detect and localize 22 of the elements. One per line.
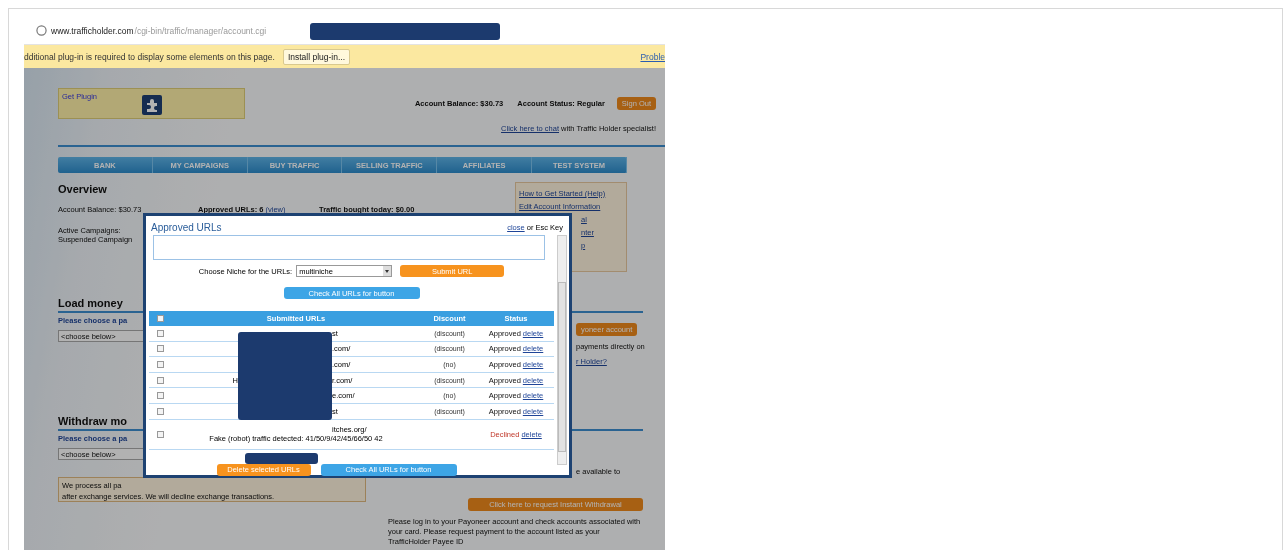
dialog-title: Approved URLs	[151, 222, 222, 233]
overview-title: Overview	[58, 183, 107, 195]
select-all-checkbox[interactable]	[156, 315, 164, 322]
load-money-title: Load money	[58, 297, 123, 309]
scrollbar[interactable]	[557, 235, 567, 465]
row-checkbox[interactable]	[156, 329, 164, 337]
install-plugin-button[interactable]: Install plug-in...	[282, 48, 351, 65]
url-host: www.trafficholder.com	[51, 25, 134, 36]
url-path: /cgi-bin/traffic/manager/account.cgi	[134, 25, 267, 36]
row-checkbox[interactable]	[156, 361, 164, 368]
row-checkbox[interactable]	[156, 407, 164, 415]
plugin-message: dditional plug-in is required to display some elements on this page.	[24, 51, 275, 62]
row-checkbox[interactable]	[156, 345, 164, 353]
problem-link[interactable]: Proble	[640, 51, 665, 62]
row-checkbox[interactable]	[156, 376, 164, 384]
caret-icon	[383, 266, 392, 276]
globe-icon	[36, 25, 47, 36]
withdraw-title: Withdraw mo	[58, 415, 127, 427]
row-checkbox[interactable]	[156, 430, 164, 438]
urls-textarea[interactable]	[153, 235, 545, 260]
row-checkbox[interactable]	[156, 392, 164, 400]
puzzle-icon	[142, 95, 162, 115]
